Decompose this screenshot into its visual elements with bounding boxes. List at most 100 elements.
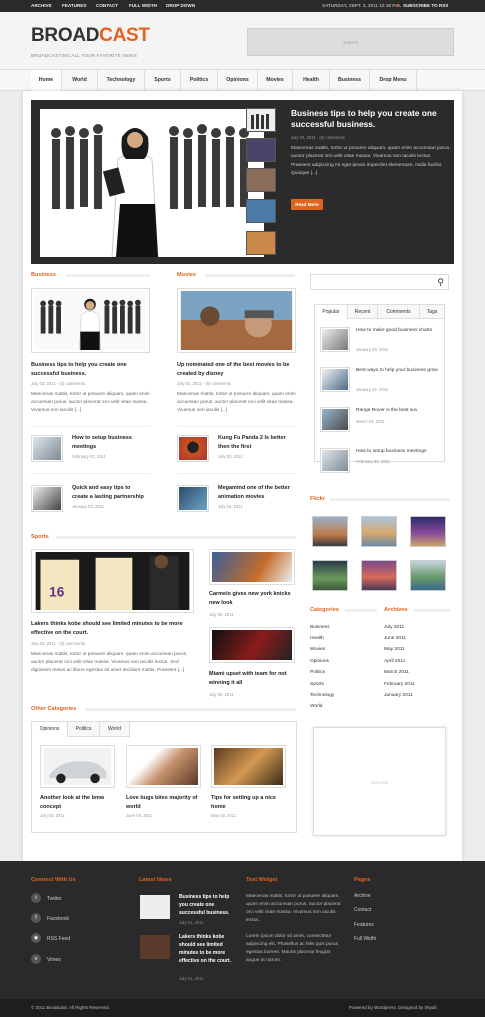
- archive-link[interactable]: June 2011: [384, 636, 406, 641]
- footer-link-twitter[interactable]: Twitter: [47, 895, 62, 903]
- topbar-link-drop-down[interactable]: DROP DOWN: [166, 0, 195, 12]
- sports-side-image-1[interactable]: [209, 549, 295, 585]
- popular-thumb-1[interactable]: [320, 327, 350, 352]
- business-heading[interactable]: Business: [31, 272, 56, 278]
- category-link-technology[interactable]: Technology: [310, 693, 334, 698]
- sports-side-image-2[interactable]: [209, 627, 295, 663]
- twitter-icon[interactable]: t: [31, 893, 41, 903]
- other-image-3[interactable]: [211, 745, 286, 788]
- sports-side-title-2[interactable]: Miami upset with team for not winning it…: [209, 670, 297, 687]
- footer-news-title-1[interactable]: Business tips to help you create one suc…: [179, 893, 239, 917]
- popular-title-4[interactable]: How to setup business meetings: [356, 448, 442, 456]
- topbar-link-features[interactable]: FEATURES: [62, 0, 86, 12]
- tab-opinions[interactable]: Opinions: [32, 722, 68, 737]
- archive-link[interactable]: May 2011: [384, 647, 405, 652]
- category-link-world[interactable]: World: [310, 704, 322, 709]
- nav-item-world[interactable]: World: [62, 70, 98, 91]
- business-thumb-1[interactable]: [31, 435, 63, 462]
- category-link-movies[interactable]: Movies: [310, 647, 325, 652]
- topbar-link-contact[interactable]: CONTACT: [96, 0, 118, 12]
- movies-post-title[interactable]: Up nominated one of the best movies to b…: [177, 361, 295, 378]
- topbar-link-archive[interactable]: ARCHIVE: [31, 0, 52, 12]
- category-link-business[interactable]: Business: [310, 625, 329, 630]
- nav-item-movies[interactable]: Movies: [258, 70, 293, 91]
- footer-page-features[interactable]: Features: [354, 921, 374, 929]
- footer-news-thumb-1[interactable]: [140, 895, 170, 919]
- subscribe-rss-link[interactable]: SUBSCRIBE TO RSS: [403, 0, 448, 12]
- nav-item-opinions[interactable]: Opinions: [218, 70, 258, 91]
- nav-item-drop-menu[interactable]: Drop Menu: [370, 70, 417, 91]
- other-title-2[interactable]: Love bugs bites majority of world: [126, 794, 204, 811]
- credit-text[interactable]: Powered by Wordpress. Designed by Skyali: [349, 999, 436, 1017]
- archive-link[interactable]: January 2011: [384, 693, 413, 698]
- footer-page-full-width[interactable]: Full Width: [354, 935, 376, 943]
- popular-title-1[interactable]: How to make good business charts: [356, 327, 442, 335]
- nav-item-technology[interactable]: Technology: [98, 70, 145, 91]
- sports-image[interactable]: 16: [31, 549, 194, 613]
- flickr-photo-2[interactable]: [361, 516, 397, 547]
- business-image[interactable]: [31, 288, 150, 353]
- footer-news-thumb-2[interactable]: [140, 935, 170, 959]
- popular-thumb-4[interactable]: [320, 448, 350, 473]
- category-link-sports[interactable]: Sports: [310, 682, 324, 687]
- popular-thumb-2[interactable]: [320, 367, 350, 392]
- slider-thumb-4[interactable]: [246, 199, 276, 223]
- search-icon[interactable]: ⚲: [437, 277, 444, 288]
- other-title-1[interactable]: Another look at the bmw concept: [40, 794, 116, 811]
- popular-title-2[interactable]: Best ways to help your business grow: [356, 367, 442, 375]
- business-thumb-2[interactable]: [31, 485, 63, 512]
- movies-heading[interactable]: Movies: [177, 272, 196, 278]
- archive-link[interactable]: April 2011: [384, 659, 405, 664]
- archive-link[interactable]: February 2011: [384, 682, 415, 687]
- nav-item-sports[interactable]: Sports: [145, 70, 181, 91]
- header-ad-banner[interactable]: 468X60: [247, 28, 454, 56]
- movies-image[interactable]: [177, 288, 296, 353]
- footer-page-contact[interactable]: Contact: [354, 906, 371, 914]
- site-logo[interactable]: BROADCAST: [31, 25, 150, 47]
- archive-link[interactable]: July 2011: [384, 625, 404, 630]
- tab-world[interactable]: World: [100, 722, 130, 737]
- footer-link-vimeo[interactable]: Vimeo: [47, 956, 61, 964]
- tab-comments[interactable]: Comments: [378, 305, 420, 319]
- category-link-politics[interactable]: Politics: [310, 670, 325, 675]
- business-small-title-1[interactable]: How to setup business meetings: [72, 434, 147, 451]
- flickr-photo-1[interactable]: [312, 516, 348, 547]
- other-image-2[interactable]: [126, 745, 201, 788]
- slider-thumb-5[interactable]: [246, 231, 276, 255]
- search-input[interactable]: ⚲: [310, 274, 449, 290]
- sidebar-ad-300x250[interactable]: 300x250: [313, 727, 446, 836]
- business-post-title[interactable]: Business tips to help you create one suc…: [31, 361, 149, 378]
- facebook-icon[interactable]: f: [31, 913, 41, 923]
- nav-item-politics[interactable]: Politics: [181, 70, 218, 91]
- category-link-health[interactable]: Health: [310, 636, 324, 641]
- rss-feed-icon[interactable]: ◉: [31, 933, 41, 943]
- archive-link[interactable]: March 2011: [384, 670, 409, 675]
- featured-image[interactable]: [40, 109, 264, 257]
- read-more-button[interactable]: Read More: [291, 199, 323, 210]
- flickr-photo-3[interactable]: [410, 516, 446, 547]
- sports-post-title[interactable]: Lakers thinks kobe should see limited mi…: [31, 620, 196, 637]
- other-title-3[interactable]: Tips for setting up a nice home: [211, 794, 287, 811]
- slider-thumb-2[interactable]: [246, 138, 276, 162]
- tab-politics[interactable]: Politics: [68, 722, 100, 737]
- movies-thumb-2[interactable]: [177, 485, 209, 512]
- slider-thumb-3[interactable]: [246, 168, 276, 192]
- movies-small-title-1[interactable]: Kung Fu Panda 2 Is better then the first: [218, 434, 296, 451]
- footer-news-title-2[interactable]: Lakers thinks kobe should see limited mi…: [179, 933, 239, 965]
- nav-item-business[interactable]: Business: [330, 70, 370, 91]
- footer-link-facebook[interactable]: Facebook: [47, 915, 69, 923]
- flickr-photo-5[interactable]: [361, 560, 397, 591]
- tab-recent[interactable]: Recent: [348, 305, 378, 319]
- nav-item-health[interactable]: Health: [293, 70, 330, 91]
- footer-page-archive[interactable]: Archive: [354, 892, 371, 900]
- movies-small-title-2[interactable]: Megamind one of the better animation mov…: [218, 484, 296, 501]
- vimeo-icon[interactable]: v: [31, 954, 41, 964]
- flickr-photo-4[interactable]: [312, 560, 348, 591]
- popular-title-3[interactable]: Range Rover is the best suv: [356, 407, 442, 415]
- popular-thumb-3[interactable]: [320, 407, 350, 432]
- topbar-link-full-width[interactable]: FULL WIDTH: [129, 0, 157, 12]
- sports-side-title-1[interactable]: Carmelo gives new york knicks new look: [209, 590, 297, 607]
- business-small-title-2[interactable]: Quick and easy tips to create a lasting …: [72, 484, 147, 501]
- tab-popular[interactable]: Popular: [315, 305, 348, 319]
- category-link-opinions[interactable]: Opinions: [310, 659, 329, 664]
